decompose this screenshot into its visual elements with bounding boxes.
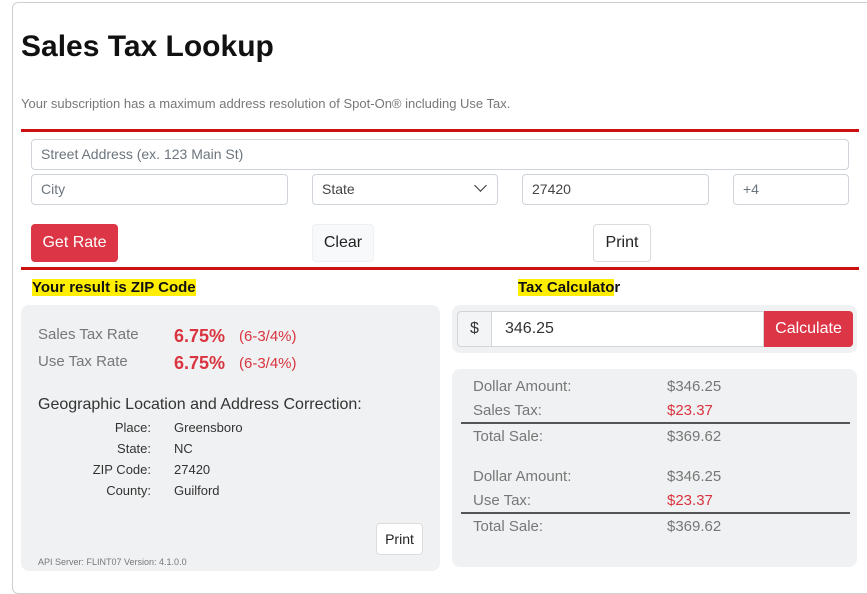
geo-zip-label: ZIP Code: <box>92 462 151 477</box>
result-print-button[interactable]: Print <box>376 523 423 555</box>
geo-state-value: NC <box>174 441 193 456</box>
print-button[interactable]: Print <box>593 224 651 262</box>
sales-tax-value: $23.37 <box>667 402 713 419</box>
use-tax-rate-fraction: (6-3/4%) <box>239 355 297 372</box>
calculate-button[interactable]: Calculate <box>764 311 853 347</box>
chevron-down-icon <box>474 179 487 192</box>
sales-tax-rate-fraction: (6-3/4%) <box>239 328 297 345</box>
geo-county-value: Guilford <box>174 483 220 498</box>
geo-place-label: Place: <box>114 420 151 435</box>
use-tax-rate-label: Use Tax Rate <box>38 353 128 370</box>
clear-button[interactable]: Clear <box>312 224 374 262</box>
sales-total-divider <box>461 422 850 424</box>
use-tax-label: Use Tax: <box>473 492 532 509</box>
zip-input[interactable]: 27420 <box>522 174 709 205</box>
use-tax-value: $23.37 <box>667 492 713 509</box>
state-select[interactable]: State <box>312 174 498 205</box>
sales-tax-rate-label: Sales Tax Rate <box>38 326 139 343</box>
geo-zip-value: 27420 <box>174 462 211 477</box>
result-heading: Your result is ZIP Code <box>32 279 196 296</box>
use-tax-rate-value: 6.75% <box>174 353 226 373</box>
sales-dollar-amount-value: $346.25 <box>667 378 722 395</box>
subscription-note: Your subscription has a maximum address … <box>21 96 511 111</box>
get-rate-button[interactable]: Get Rate <box>31 224 118 262</box>
plus4-input[interactable]: +4 <box>733 174 849 205</box>
top-divider <box>21 129 859 132</box>
use-total-divider <box>461 512 850 514</box>
use-dollar-amount-value: $346.25 <box>667 468 722 485</box>
use-total-value: $369.62 <box>667 518 722 535</box>
street-address-input[interactable]: Street Address (ex. 123 Main St) <box>31 139 849 170</box>
sales-total-label: Total Sale: <box>473 428 544 445</box>
use-total-label: Total Sale: <box>473 518 544 535</box>
sales-total-value: $369.62 <box>667 428 722 445</box>
city-input[interactable]: City <box>31 174 288 205</box>
geo-state-label: State: <box>117 441 151 456</box>
geo-place-value: Greensboro <box>174 420 243 435</box>
page-title: Sales Tax Lookup <box>21 30 274 63</box>
dollar-amount-input[interactable]: 346.25 <box>491 311 764 347</box>
sales-dollar-amount-label: Dollar Amount: <box>473 378 572 395</box>
geo-heading: Geographic Location and Address Correcti… <box>38 396 362 413</box>
geo-county-label: County: <box>106 483 151 498</box>
api-server-info: API Server: FLINT07 Version: 4.1.0.0 <box>38 557 187 567</box>
sales-tax-rate-value: 6.75% <box>174 326 226 346</box>
mid-divider <box>21 267 859 270</box>
calculator-heading: Tax Calculator <box>518 279 620 296</box>
calculator-heading-highlighted: Tax Calculato <box>518 279 615 296</box>
state-select-value: State <box>322 181 355 197</box>
use-dollar-amount-label: Dollar Amount: <box>473 468 572 485</box>
result-heading-text: Your result is ZIP Code <box>32 279 196 296</box>
sales-tax-label: Sales Tax: <box>473 402 542 419</box>
calculator-heading-tail: r <box>614 279 621 296</box>
currency-addon: $ <box>457 311 491 347</box>
